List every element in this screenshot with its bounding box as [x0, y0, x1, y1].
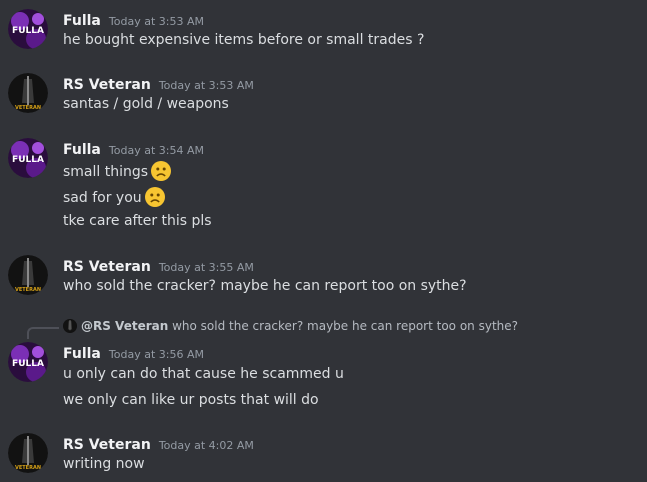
timestamp: Today at 3:53 AM — [158, 79, 254, 92]
message-text-content: sad for you — [63, 190, 142, 206]
fulla-avatar-icon: FULLA — [8, 138, 48, 178]
author-name[interactable]: RS Veteran — [63, 437, 151, 453]
avatar[interactable]: VETERAN — [8, 73, 48, 113]
message-text: we only can like ur posts that will do — [63, 392, 319, 408]
svg-text:FULLA: FULLA — [12, 155, 44, 165]
svg-text:VETERAN: VETERAN — [15, 105, 41, 111]
message-text-content: small things — [63, 164, 149, 180]
svg-text:VETERAN: VETERAN — [15, 287, 41, 293]
message-text: small things — [63, 161, 172, 181]
veteran-avatar-icon — [63, 319, 77, 333]
frowning-face-icon — [151, 161, 172, 181]
message-text: sad for you — [63, 187, 165, 207]
message-text: who sold the cracker? maybe he can repor… — [63, 278, 467, 294]
svg-text:VETERAN: VETERAN — [15, 465, 41, 471]
author-name[interactable]: RS Veteran — [63, 77, 151, 93]
fulla-avatar-icon: FULLA — [8, 9, 48, 49]
message-text: tke care after this pls — [63, 213, 212, 229]
veteran-avatar-icon: VETERAN — [8, 73, 48, 113]
fulla-avatar-icon: FULLA — [8, 342, 48, 382]
reply-preview[interactable]: @RS Veteran who sold the cracker? maybe … — [63, 319, 518, 333]
svg-text:FULLA: FULLA — [12, 359, 44, 369]
reply-spine — [27, 327, 59, 339]
svg-text:FULLA: FULLA — [12, 26, 44, 36]
frowning-face-icon — [144, 187, 165, 207]
message-text: he bought expensive items before or smal… — [63, 32, 425, 48]
message-text: santas / gold / weapons — [63, 96, 229, 112]
author-name[interactable]: Fulla — [63, 13, 101, 29]
reply-avatar — [63, 319, 77, 333]
author-name[interactable]: Fulla — [63, 346, 101, 362]
timestamp: Today at 4:02 AM — [158, 439, 254, 452]
timestamp: Today at 3:54 AM — [108, 144, 204, 157]
avatar[interactable]: VETERAN — [8, 255, 48, 295]
veteran-avatar-icon: VETERAN — [8, 255, 48, 295]
timestamp: Today at 3:53 AM — [108, 15, 204, 28]
avatar[interactable]: FULLA — [8, 9, 48, 49]
timestamp: Today at 3:55 AM — [158, 261, 254, 274]
message-text: writing now — [63, 456, 145, 472]
author-name[interactable]: RS Veteran — [63, 259, 151, 275]
reply-text: who sold the cracker? maybe he can repor… — [172, 319, 519, 333]
avatar[interactable]: VETERAN — [8, 433, 48, 473]
veteran-avatar-icon: VETERAN — [8, 433, 48, 473]
avatar[interactable]: FULLA — [8, 138, 48, 178]
avatar[interactable]: FULLA — [8, 342, 48, 382]
message-text: u only can do that cause he scammed u — [63, 366, 344, 382]
timestamp: Today at 3:56 AM — [108, 348, 204, 361]
reply-author[interactable]: @RS Veteran — [81, 319, 168, 333]
author-name[interactable]: Fulla — [63, 142, 101, 158]
